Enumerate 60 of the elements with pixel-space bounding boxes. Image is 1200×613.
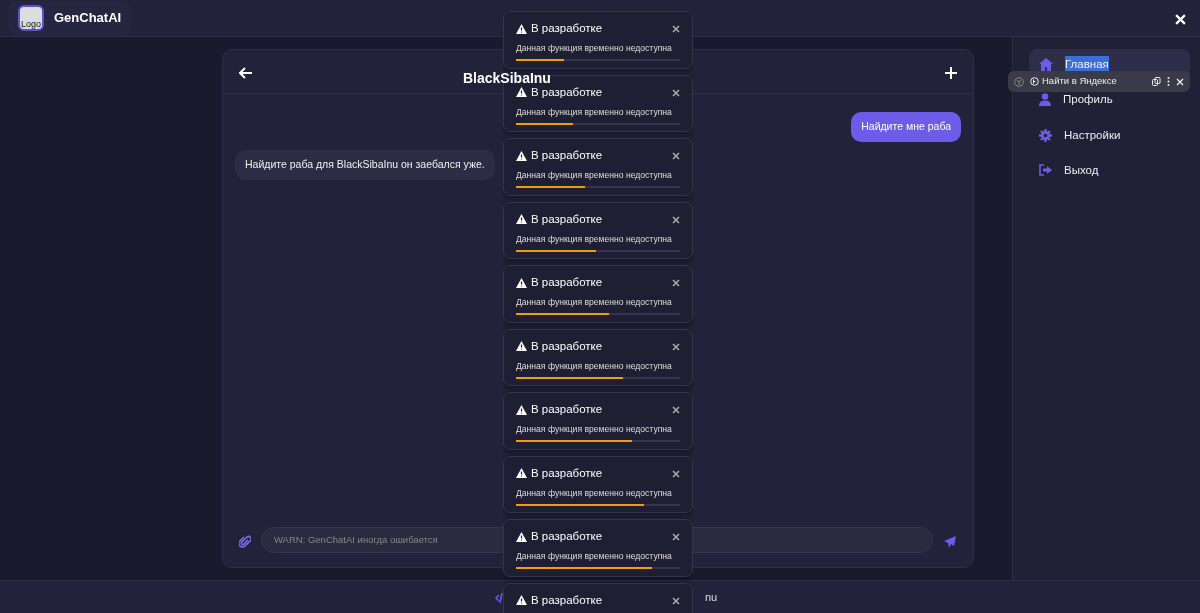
toast-title: В разработке bbox=[531, 592, 603, 608]
back-arrow-icon[interactable] bbox=[239, 67, 253, 80]
warning-icon bbox=[516, 214, 527, 225]
close-icon[interactable] bbox=[672, 530, 680, 543]
sidebar-item[interactable]: Выход bbox=[1029, 154, 1190, 186]
warning-icon bbox=[516, 23, 527, 34]
toast-title: В разработке bbox=[531, 529, 603, 544]
home-icon bbox=[1039, 58, 1053, 72]
app-title: GenChatAI bbox=[54, 9, 122, 28]
warning-icon bbox=[516, 404, 527, 415]
close-icon[interactable] bbox=[672, 403, 680, 416]
toast-message: Данная функция временно недоступна bbox=[516, 360, 673, 372]
toast-message: Данная функция временно недоступна bbox=[516, 170, 673, 182]
paperclip-icon[interactable] bbox=[239, 534, 251, 549]
toast-message: Данная функция временно недоступна bbox=[516, 487, 673, 499]
close-icon[interactable] bbox=[672, 467, 680, 480]
warning-icon bbox=[516, 468, 527, 479]
toast-message: Данная функция временно недоступна bbox=[516, 43, 673, 55]
close-icon[interactable] bbox=[672, 594, 680, 607]
add-icon[interactable] bbox=[945, 67, 957, 80]
sent-message: Найдите мне раба bbox=[851, 112, 961, 142]
close-icon[interactable] bbox=[1176, 77, 1184, 86]
toast-title: В разработке bbox=[531, 211, 603, 227]
toast-title: В разработке bbox=[531, 275, 603, 290]
user-icon bbox=[1039, 93, 1051, 107]
close-icon[interactable] bbox=[672, 340, 680, 353]
gear-icon bbox=[1039, 128, 1052, 142]
toast-title: В разработке bbox=[531, 402, 603, 417]
warning-icon bbox=[516, 87, 527, 98]
more-icon[interactable] bbox=[1167, 77, 1170, 86]
toast-title: В разработке bbox=[531, 21, 603, 36]
logout-icon bbox=[1039, 164, 1052, 177]
received-message: Найдите раба для BlackSibaInu он заебался уже. bbox=[235, 149, 495, 180]
sidebar-item[interactable]: Настройки bbox=[1029, 119, 1190, 151]
send-icon[interactable] bbox=[943, 534, 957, 549]
toast-message: Данная функция временно недоступна bbox=[516, 551, 673, 563]
close-icon[interactable] bbox=[672, 149, 680, 162]
warning-icon bbox=[516, 341, 527, 352]
close-icon[interactable] bbox=[672, 86, 680, 99]
warning-icon bbox=[516, 595, 527, 606]
warning-icon bbox=[516, 150, 527, 161]
warning-icon bbox=[516, 531, 527, 542]
toast-title: В разработке bbox=[531, 148, 603, 163]
toast-title: В разработке bbox=[531, 338, 603, 354]
close-icon[interactable] bbox=[672, 213, 680, 226]
toast-title: В разработке bbox=[531, 84, 603, 100]
footer-text: nu bbox=[704, 589, 718, 605]
broken-logo-image: Logo bbox=[18, 5, 44, 31]
toast-message: Данная функция временно недоступна bbox=[516, 233, 673, 245]
toast-message: Данная функция временно недоступна bbox=[516, 297, 673, 309]
toast-message: Данная функция временно недоступна bbox=[516, 424, 673, 436]
toast-title: В разработке bbox=[531, 465, 603, 481]
browser-logo-icon bbox=[1014, 74, 1024, 89]
circle-logo-icon bbox=[1030, 77, 1039, 86]
close-icon[interactable] bbox=[672, 22, 680, 35]
chat-title: BlackSibaInu bbox=[463, 69, 551, 87]
close-icon[interactable] bbox=[672, 276, 680, 289]
copy-icon[interactable] bbox=[1152, 77, 1161, 86]
toast-message: Данная функция временно недоступна bbox=[516, 106, 673, 118]
warning-icon bbox=[516, 277, 527, 288]
